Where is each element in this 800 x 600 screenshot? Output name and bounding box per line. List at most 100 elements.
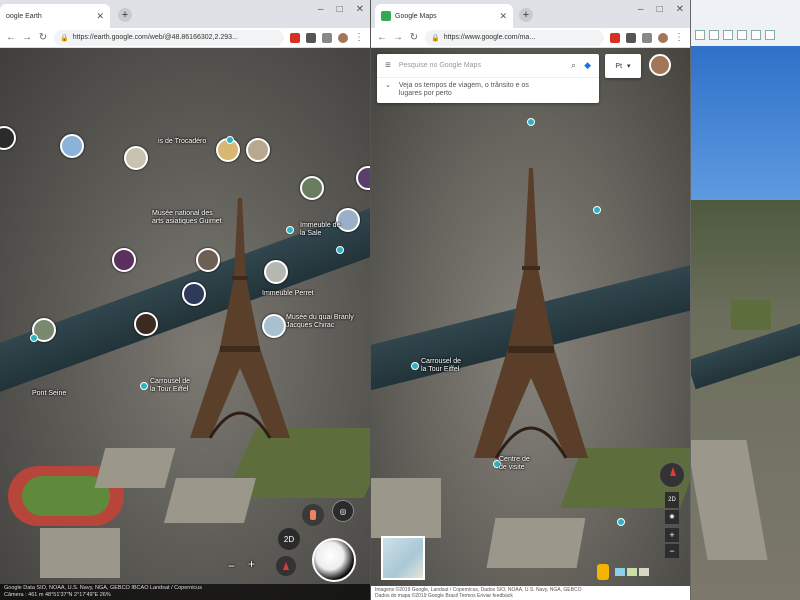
adblock-icon[interactable] xyxy=(610,32,620,43)
profile-avatar[interactable] xyxy=(338,32,348,43)
compass-icon[interactable] xyxy=(659,462,685,488)
extension-icon[interactable] xyxy=(626,32,636,43)
poi-photo[interactable] xyxy=(262,314,286,338)
toolbar-button-icon[interactable] xyxy=(723,30,733,40)
map-pin-icon[interactable] xyxy=(617,518,625,526)
pegman-icon[interactable] xyxy=(597,564,609,580)
maps-tab-title: Google Maps xyxy=(395,12,437,20)
third-window-partial xyxy=(690,0,800,600)
zoom-in-button[interactable]: + xyxy=(248,557,255,571)
toolbar-buttons xyxy=(695,30,775,40)
tab-google-maps[interactable]: Google Maps ✕ xyxy=(375,4,513,28)
maps-3d-view[interactable]: ≡ Pesquise no Google Maps ⌕ ◆ ⌄ Veja os … xyxy=(371,48,690,600)
maps-tabstrip: Google Maps ✕ + – □ ✕ xyxy=(371,0,690,28)
poi-photo[interactable] xyxy=(300,176,324,200)
new-tab-button[interactable]: + xyxy=(519,8,533,22)
map-pin-icon[interactable] xyxy=(593,206,601,214)
zoom-out-button[interactable]: − xyxy=(228,559,235,573)
toolbar-button-icon[interactable] xyxy=(737,30,747,40)
map-pin-icon[interactable] xyxy=(226,136,234,144)
maximize-icon[interactable]: □ xyxy=(337,4,343,15)
label-centre-visite: Centre de de visite xyxy=(499,456,530,471)
extension-icon[interactable] xyxy=(322,32,332,43)
layer-icon[interactable] xyxy=(615,568,625,576)
poi-photo[interactable] xyxy=(124,146,148,170)
earth-tab-title: oogle Earth xyxy=(6,12,42,20)
pegman-icon[interactable] xyxy=(302,504,324,526)
close-window-icon[interactable]: ✕ xyxy=(676,4,684,15)
view-2d-button[interactable]: 2D xyxy=(278,528,300,550)
language-button[interactable]: Pt ▾ xyxy=(605,54,641,78)
forward-icon[interactable]: → xyxy=(22,32,32,43)
profile-avatar[interactable] xyxy=(658,32,668,43)
third-window-toolbar xyxy=(691,0,800,46)
layer-icon[interactable] xyxy=(627,568,637,576)
earth-3d-view[interactable]: is de Trocadéro Musée national des arts … xyxy=(0,48,370,600)
address-bar[interactable]: 🔒 https://earth.google.com/web/@48.86166… xyxy=(54,29,284,46)
window-controls: – □ ✕ xyxy=(318,4,364,15)
zoom-out-button[interactable]: − xyxy=(665,544,679,558)
toolbar-button-icon[interactable] xyxy=(751,30,761,40)
layer-icon[interactable] xyxy=(639,568,649,576)
extension-icon[interactable] xyxy=(642,32,652,43)
poi-photo[interactable] xyxy=(246,138,270,162)
lock-icon: 🔒 xyxy=(431,34,440,42)
extension-icon[interactable] xyxy=(306,32,316,43)
map-pin-icon[interactable] xyxy=(30,334,38,342)
explore-hint[interactable]: ⌄ Veja os tempos de viagem, o trânsito e… xyxy=(377,78,599,103)
menu-icon[interactable]: ⋮ xyxy=(354,32,364,43)
rotate-icon[interactable]: ◉ xyxy=(665,510,679,524)
close-icon[interactable]: ✕ xyxy=(96,11,104,22)
poi-photo[interactable] xyxy=(134,312,158,336)
poi-photo[interactable] xyxy=(60,134,84,158)
location-icon[interactable]: ◎ xyxy=(332,500,354,522)
minimize-icon[interactable]: – xyxy=(318,4,324,15)
toolbar-button-icon[interactable] xyxy=(709,30,719,40)
tab-google-earth[interactable]: oogle Earth ✕ xyxy=(0,4,110,28)
map-pin-icon[interactable] xyxy=(336,246,344,254)
forward-icon[interactable]: → xyxy=(393,32,403,43)
toolbar-button-icon[interactable] xyxy=(695,30,705,40)
reload-icon[interactable]: ↻ xyxy=(409,32,419,43)
search-input[interactable]: Pesquise no Google Maps xyxy=(399,62,563,69)
maps-footer-links[interactable]: Dados do mapa ©2019 Google Brasil Termos… xyxy=(375,593,686,599)
map-pin-icon[interactable] xyxy=(527,118,535,126)
directions-icon[interactable]: ◆ xyxy=(584,60,591,71)
maximize-icon[interactable]: □ xyxy=(657,4,663,15)
menu-icon[interactable]: ⋮ xyxy=(674,32,684,43)
minimize-icon[interactable]: – xyxy=(638,4,644,15)
toolbar-button-icon[interactable] xyxy=(765,30,775,40)
map-type-thumbnail[interactable] xyxy=(381,536,425,580)
map-pin-icon[interactable] xyxy=(286,226,294,234)
view-2d-button[interactable]: 2D xyxy=(665,492,679,508)
search-row: ≡ Pesquise no Google Maps ⌕ ◆ xyxy=(377,54,599,78)
hamburger-menu-icon[interactable]: ≡ xyxy=(385,60,391,71)
back-icon[interactable]: ← xyxy=(377,32,387,43)
poi-photo[interactable] xyxy=(112,248,136,272)
map-pin-icon[interactable] xyxy=(411,362,419,370)
close-window-icon[interactable]: ✕ xyxy=(356,4,364,15)
zoom-in-button[interactable]: + xyxy=(665,528,679,542)
back-icon[interactable]: ← xyxy=(6,32,16,43)
earth-attribution: Google Data SIO, NOAA, U.S. Navy, NGA, G… xyxy=(4,585,202,591)
reload-icon[interactable]: ↻ xyxy=(38,32,48,43)
globe-icon[interactable] xyxy=(312,538,356,582)
poi-photo[interactable] xyxy=(182,282,206,306)
terrain-view[interactable] xyxy=(691,200,800,600)
map-pin-icon[interactable] xyxy=(140,382,148,390)
google-earth-window: oogle Earth ✕ + – □ ✕ ← → ↻ 🔒 https://ea… xyxy=(0,0,370,600)
poi-photo[interactable] xyxy=(264,260,288,284)
poi-photo[interactable] xyxy=(0,126,16,150)
new-tab-button[interactable]: + xyxy=(118,8,132,22)
poi-photo[interactable] xyxy=(356,166,370,190)
account-avatar[interactable] xyxy=(649,54,671,76)
label-museum-guimet: Musée national des arts asiatiques Guime… xyxy=(152,210,222,225)
search-icon[interactable]: ⌕ xyxy=(571,60,576,71)
compass-icon[interactable] xyxy=(276,556,296,576)
poi-photo[interactable] xyxy=(196,248,220,272)
earth-toolbar: ← → ↻ 🔒 https://earth.google.com/web/@48… xyxy=(0,28,370,48)
label-trocadero: is de Trocadéro xyxy=(158,138,207,145)
adblock-icon[interactable] xyxy=(290,32,300,43)
address-bar[interactable]: 🔒 https://www.google.com/ma... xyxy=(425,29,604,46)
close-icon[interactable]: ✕ xyxy=(499,11,507,22)
